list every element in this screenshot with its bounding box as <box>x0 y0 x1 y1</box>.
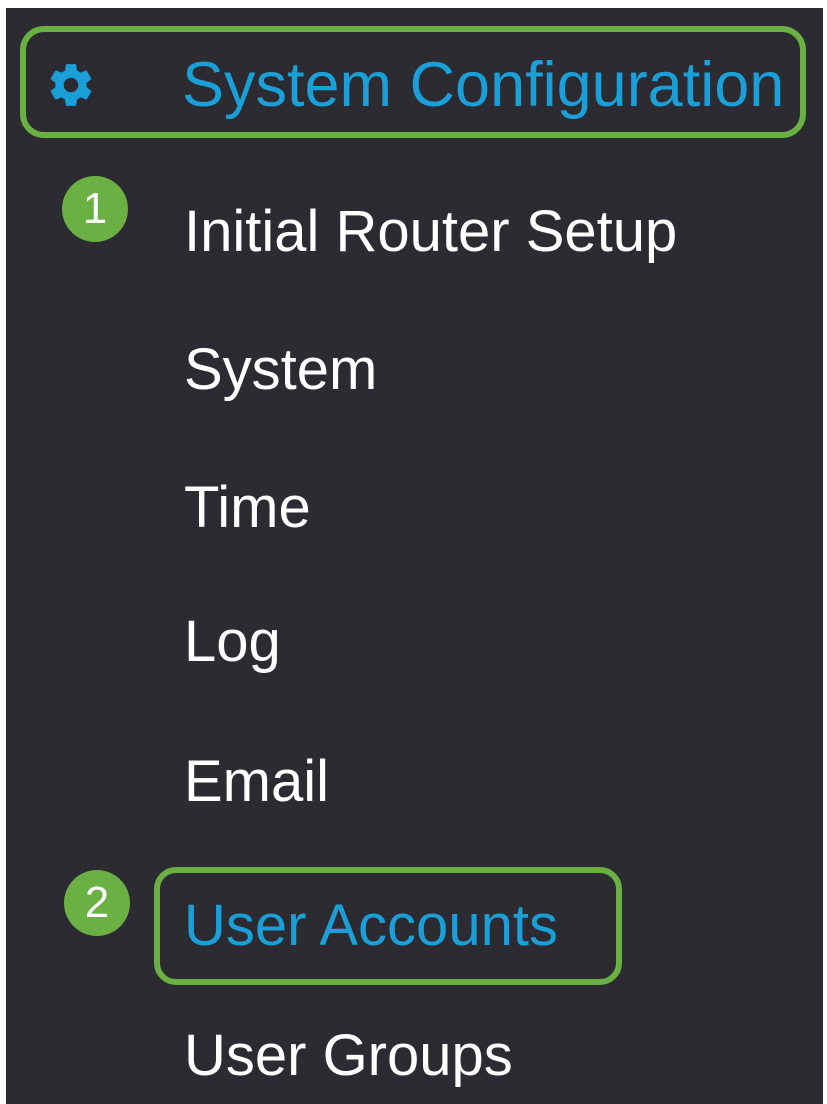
nav-item-user-groups[interactable]: User Groups <box>184 1022 513 1090</box>
right-edge <box>823 0 827 1104</box>
nav-item-email[interactable]: Email <box>184 748 329 816</box>
nav-item-system[interactable]: System <box>184 336 377 404</box>
top-edge <box>0 0 827 8</box>
nav-item-log[interactable]: Log <box>184 608 281 676</box>
step-badge-1: 1 <box>62 176 128 242</box>
navigation-panel: System Configuration 1 Initial Router Se… <box>0 0 827 1104</box>
step-badge-2: 2 <box>64 870 130 936</box>
nav-item-user-accounts[interactable]: User Accounts <box>184 892 558 960</box>
nav-item-time[interactable]: Time <box>184 474 311 542</box>
nav-item-initial-router-setup[interactable]: Initial Router Setup <box>184 198 677 266</box>
system-configuration-link[interactable]: System Configuration <box>182 48 784 122</box>
left-edge <box>0 0 6 1104</box>
gear-icon <box>50 64 92 106</box>
